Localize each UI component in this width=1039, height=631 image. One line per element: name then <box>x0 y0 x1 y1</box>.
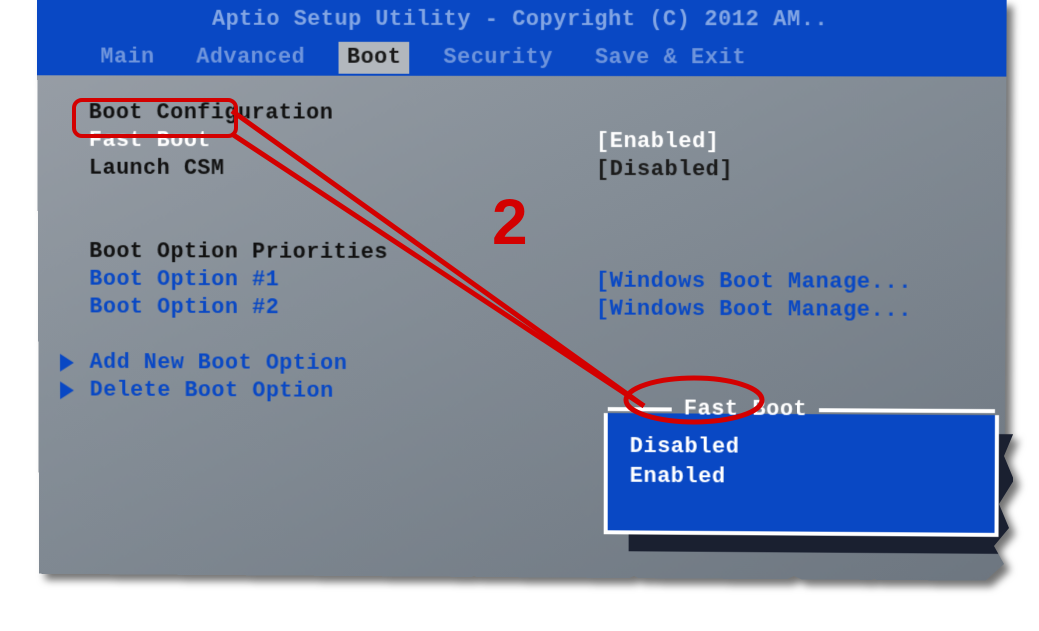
popup-option-enabled[interactable]: Enabled <box>630 463 973 495</box>
menu-bar: Main Advanced Boot Security Save & Exit <box>37 40 1006 77</box>
bios-screen: Aptio Setup Utility - Copyright (C) 2012… <box>37 0 1007 581</box>
setting-launch-csm[interactable]: Launch CSM [Disabled] <box>89 155 986 185</box>
setting-value: [Disabled] <box>596 156 733 184</box>
setting-label: Fast Boot <box>89 127 596 156</box>
popup-title: Fast Boot <box>672 395 820 424</box>
tab-main[interactable]: Main <box>92 42 162 74</box>
triangle-right-icon <box>60 381 74 399</box>
setting-fast-boot[interactable]: Fast Boot [Enabled] <box>89 127 986 157</box>
action-add-boot-option[interactable]: Add New Boot Option <box>90 349 986 381</box>
action-label: Add New Boot Option <box>90 349 348 378</box>
fast-boot-popup: Fast Boot Disabled Enabled <box>604 413 999 537</box>
tab-boot[interactable]: Boot <box>339 42 410 74</box>
triangle-right-icon <box>60 354 74 372</box>
boot-option-2[interactable]: Boot Option #2 [Windows Boot Manage... <box>89 294 985 326</box>
priority-value: [Windows Boot Manage... <box>596 268 912 297</box>
priority-label: Boot Option #2 <box>89 294 595 324</box>
tab-security[interactable]: Security <box>435 42 560 74</box>
setting-label: Launch CSM <box>89 155 596 184</box>
priority-value: [Windows Boot Manage... <box>596 296 912 325</box>
priorities-heading: Boot Option Priorities <box>89 238 596 268</box>
popup-title-bar: Fast Boot <box>608 409 995 419</box>
setting-value: [Enabled] <box>596 128 720 156</box>
action-label: Delete Boot Option <box>90 377 334 406</box>
tab-save-exit[interactable]: Save & Exit <box>587 42 754 74</box>
tab-advanced[interactable]: Advanced <box>188 42 313 74</box>
title-text: Aptio Setup Utility - Copyright (C) 2012… <box>212 6 828 34</box>
popup-option-disabled[interactable]: Disabled <box>630 433 973 465</box>
boot-option-1[interactable]: Boot Option #1 [Windows Boot Manage... <box>89 266 985 297</box>
section-heading: Boot Configuration <box>89 99 596 128</box>
title-bar: Aptio Setup Utility - Copyright (C) 2012… <box>37 0 1007 40</box>
content-pane: Boot Configuration Fast Boot [Enabled] L… <box>37 75 1006 429</box>
priority-label: Boot Option #1 <box>89 266 596 296</box>
